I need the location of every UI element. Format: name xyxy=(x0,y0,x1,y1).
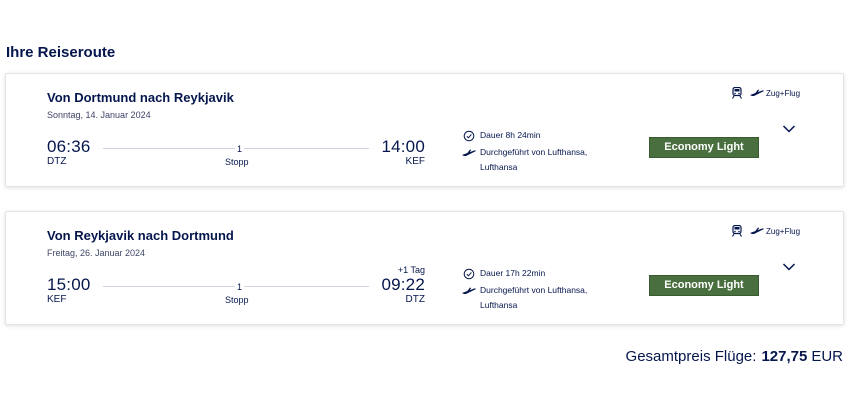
route-date: Sonntag, 14. Januar 2024 xyxy=(47,110,151,120)
departure-time: 15:00 xyxy=(47,275,91,294)
plane-icon xyxy=(462,149,476,156)
operator-text: Durchgeführt von Lufthansa, xyxy=(480,147,588,157)
arrival-day-offset: +1 Tag xyxy=(397,265,425,275)
departure-airport-code: KEF xyxy=(47,294,67,305)
operator-text-continued: Lufthansa xyxy=(480,300,518,310)
train-icon xyxy=(732,87,742,99)
operator-row: Durchgeführt von Lufthansa, xyxy=(462,147,587,159)
stops-count: 1 xyxy=(235,282,245,292)
arrival-time: 14:00 xyxy=(381,137,425,156)
operator-text: Durchgeführt von Lufthansa, xyxy=(480,285,588,295)
itinerary-card-outbound[interactable]: Von Dortmund nach Reykjavik Sonntag, 14.… xyxy=(5,73,844,187)
train-plus-flight-indicator: Zug+Flug xyxy=(732,87,800,99)
route-title: Von Dortmund nach Reykjavik xyxy=(47,90,234,105)
modal-label: Zug+Flug xyxy=(766,226,801,236)
clock-icon xyxy=(463,130,475,142)
arrival-airport-code: DTZ xyxy=(405,294,425,305)
arrival-airport-code: KEF xyxy=(405,156,425,167)
clock-icon xyxy=(463,268,475,280)
operator-text-continued: Lufthansa xyxy=(480,162,518,172)
chevron-down-icon[interactable] xyxy=(782,124,796,134)
route-title: Von Reykjavik nach Dortmund xyxy=(47,228,234,243)
duration-row: Dauer 8h 24min xyxy=(462,130,540,142)
fare-button[interactable]: Economy Light xyxy=(649,275,759,296)
departure-airport-code: DTZ xyxy=(47,156,67,167)
train-icon xyxy=(732,225,742,237)
plane-icon xyxy=(462,287,476,294)
stops-count: 1 xyxy=(235,144,245,154)
departure-time: 06:36 xyxy=(47,137,91,156)
train-plus-flight-indicator: Zug+Flug xyxy=(732,225,800,237)
chevron-down-icon[interactable] xyxy=(782,262,796,272)
total-price-amount: 127,75 xyxy=(761,348,808,365)
plane-icon xyxy=(750,89,764,96)
modal-label: Zug+Flug xyxy=(766,88,801,98)
total-price-currency: EUR xyxy=(811,348,843,365)
plane-icon xyxy=(750,227,764,234)
total-price-label: Gesamtpreis Flüge: xyxy=(625,348,757,365)
arrival-time: 09:22 xyxy=(381,275,425,294)
section-title: Ihre Reiseroute xyxy=(6,44,116,61)
fare-button[interactable]: Economy Light xyxy=(649,137,759,158)
total-price: Gesamtpreis Flüge: 127,75 EUR xyxy=(626,348,843,365)
stops-label: Stopp xyxy=(225,157,249,167)
itinerary-card-return[interactable]: Von Reykjavik nach Dortmund Freitag, 26.… xyxy=(5,211,844,325)
duration-row: Dauer 17h 22min xyxy=(462,268,545,280)
duration-text: Dauer 17h 22min xyxy=(480,268,546,278)
duration-text: Dauer 8h 24min xyxy=(480,130,541,140)
operator-row: Durchgeführt von Lufthansa, xyxy=(462,285,587,297)
route-date: Freitag, 26. Januar 2024 xyxy=(47,248,146,258)
stops-label: Stopp xyxy=(225,295,249,305)
